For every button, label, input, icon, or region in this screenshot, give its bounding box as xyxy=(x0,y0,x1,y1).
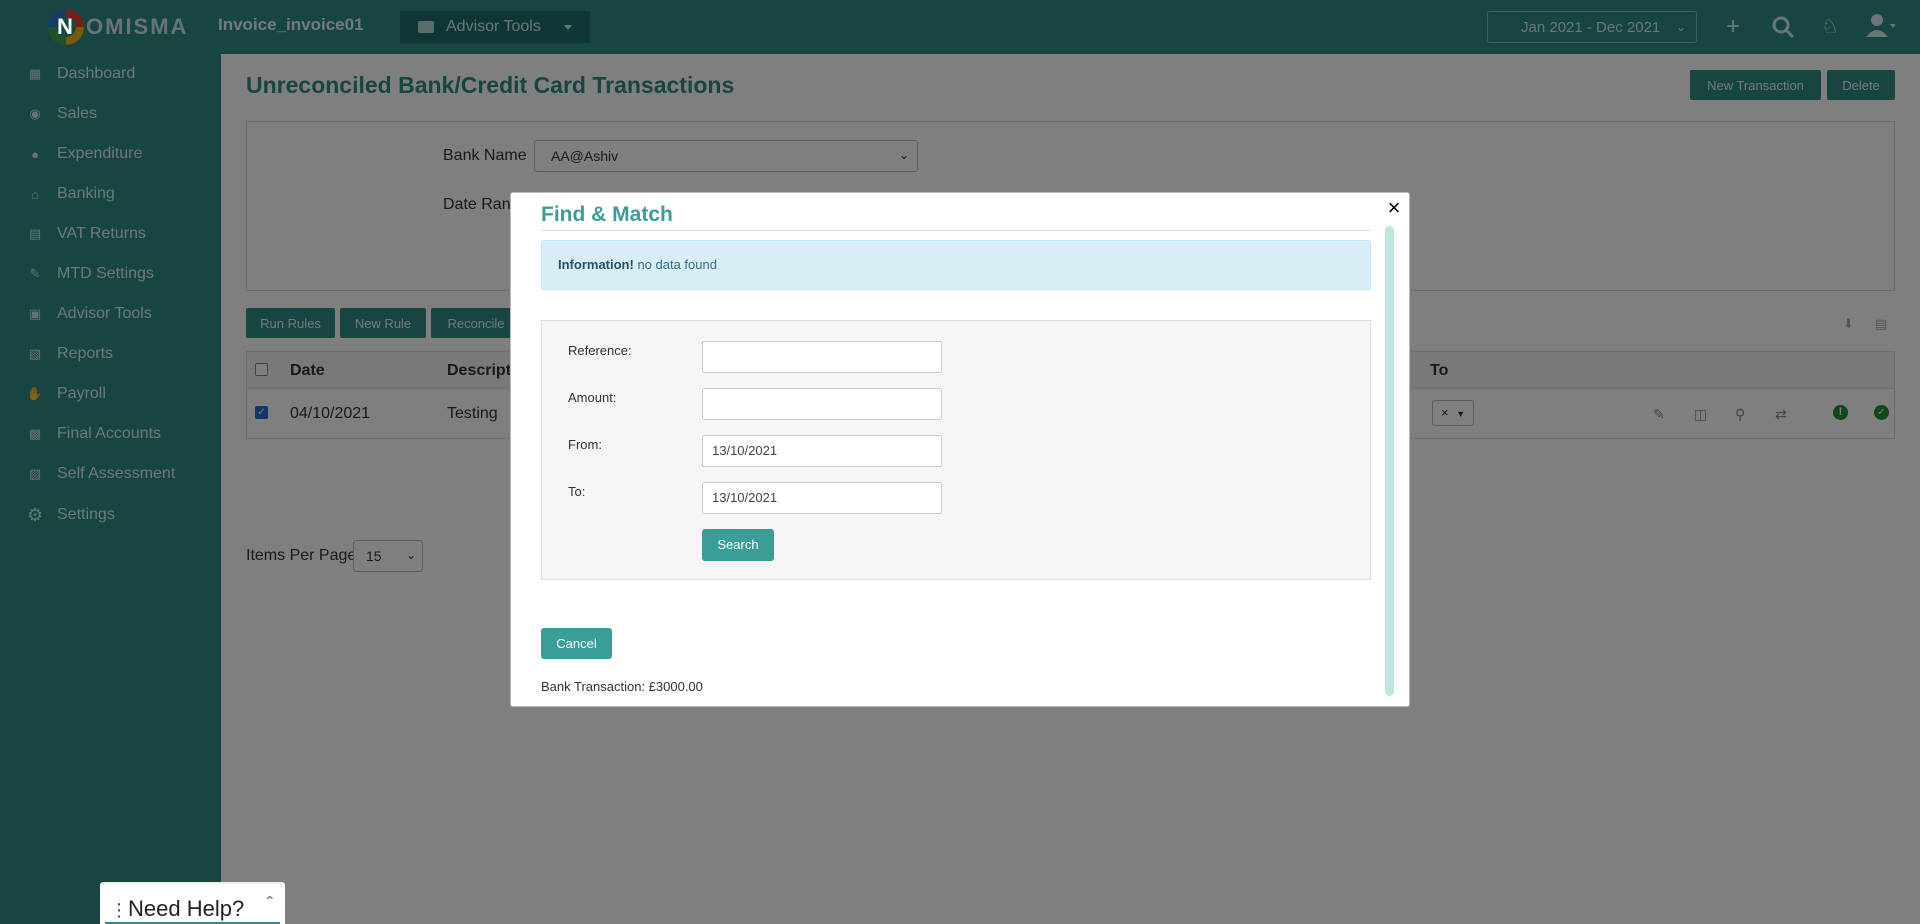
amount-label: Amount: xyxy=(568,390,617,405)
chevron-up-icon[interactable]: ⌃ xyxy=(264,893,276,910)
need-help-widget[interactable]: ⋮Need Help? ⌃ xyxy=(100,882,285,924)
modal-divider xyxy=(541,230,1371,231)
close-icon[interactable]: × xyxy=(1383,197,1405,220)
reference-input[interactable] xyxy=(702,341,942,373)
need-help-label: ⋮Need Help? xyxy=(110,896,245,921)
info-alert-strong: Information! xyxy=(558,257,634,272)
find-match-modal: Find & Match × Information! no data foun… xyxy=(510,192,1410,707)
reference-label: Reference: xyxy=(568,343,632,358)
search-button[interactable]: Search xyxy=(702,529,774,561)
drag-handle-icon: ⋮ xyxy=(110,900,128,920)
search-panel: Reference: Amount: From: 13/10/2021 To: … xyxy=(541,320,1371,580)
from-label: From: xyxy=(568,437,602,452)
to-date-input[interactable]: 13/10/2021 xyxy=(702,482,942,514)
info-alert-text: no data found xyxy=(633,257,717,272)
bank-transaction-amount: Bank Transaction: £3000.00 xyxy=(541,679,703,694)
info-alert: Information! no data found xyxy=(541,240,1371,290)
modal-scrollbar[interactable] xyxy=(1385,226,1394,696)
amount-input[interactable] xyxy=(702,388,942,420)
to-label: To: xyxy=(568,484,586,499)
modal-title: Find & Match xyxy=(541,203,673,226)
cancel-button[interactable]: Cancel xyxy=(541,628,612,659)
from-date-input[interactable]: 13/10/2021 xyxy=(702,435,942,467)
